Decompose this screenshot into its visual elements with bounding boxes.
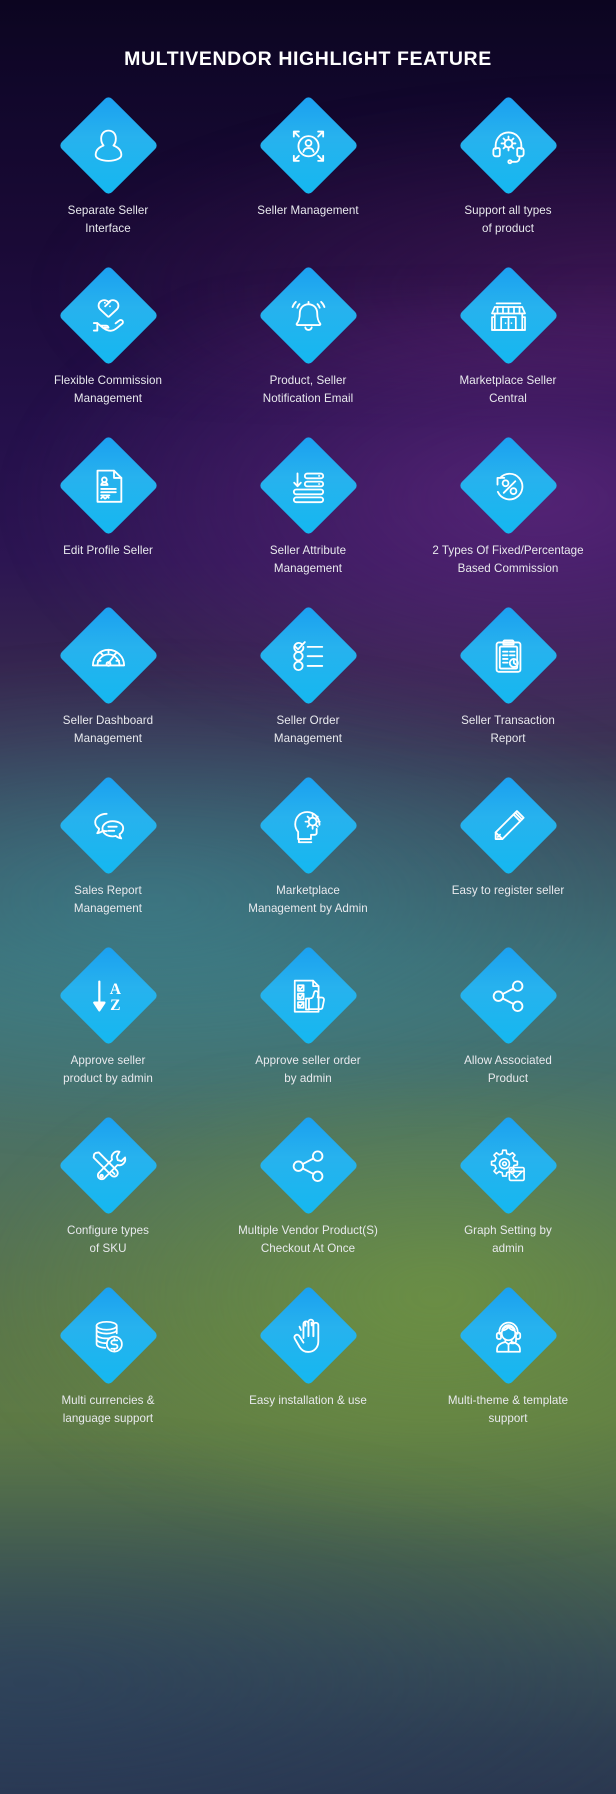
chat-bubbles-icon [86,804,130,848]
page-title: MULTIVENDOR HIGHLIGHT FEATURE [124,48,492,70]
feature-diamond[interactable] [457,945,559,1046]
feature-card[interactable]: Allow Associated Product [408,945,608,1128]
checklist-order-icon [286,634,330,678]
feature-diamond[interactable] [457,435,559,536]
feature-label: Separate Seller Interface [67,204,149,235]
feature-card[interactable]: Multiple Vendor Product(S) Checkout At On… [208,1115,408,1298]
share-nodes-icon [286,1144,330,1188]
feature-card[interactable]: Easy to register seller [408,775,608,958]
feature-card[interactable]: Easy installation & use [208,1285,408,1468]
profile-document-icon [86,464,130,508]
open-hand-icon [286,1314,330,1358]
feature-diamond[interactable] [57,775,159,876]
feature-diamond[interactable] [257,1115,359,1216]
feature-label: Approve seller order by admin [255,1054,361,1085]
feature-diamond[interactable] [57,435,159,536]
feature-card[interactable]: Edit Profile Seller [8,435,208,618]
storefront-icon [486,294,530,338]
feature-diamond[interactable] [257,95,359,196]
feature-card[interactable]: Separate Seller Interface [8,95,208,278]
feature-label: Approve seller product by admin [63,1054,153,1085]
feature-label: Easy to register seller [451,884,565,897]
feature-diamond[interactable] [257,945,359,1046]
feature-card[interactable]: Marketplace Seller Central [408,265,608,448]
feature-label: 2 Types Of Fixed/Percentage Based Commiss… [432,544,584,575]
feature-card[interactable]: Seller Management [208,95,408,278]
feature-diamond[interactable] [257,605,359,706]
clipboard-transaction-icon [486,634,530,678]
feature-diamond[interactable] [57,95,159,196]
feature-card[interactable]: Graph Setting by admin [408,1115,608,1298]
feature-diamond[interactable] [57,945,159,1046]
feature-label: Graph Setting by admin [464,1224,552,1255]
feature-diamond[interactable] [457,605,559,706]
seller-management-icon [286,124,330,168]
feature-grid: Separate Seller Interface Seller Managemen… [0,95,616,1468]
feature-label: Sales Report Management [73,884,143,915]
feature-label: Seller Dashboard Management [62,714,154,745]
feature-label: Flexible Commission Management [54,374,162,405]
feature-label: Seller Order Management [273,714,343,745]
feature-diamond[interactable] [57,605,159,706]
feature-diamond[interactable] [257,265,359,366]
sort-az-arrow-icon [86,974,130,1018]
feature-diamond[interactable] [457,1115,559,1216]
feature-diamond[interactable] [457,265,559,366]
feature-diamond[interactable] [457,775,559,876]
notification-bell-icon [286,294,330,338]
feature-card[interactable]: Seller Attribute Management [208,435,408,618]
feature-label: Product, Seller Notification Email [262,374,354,405]
feature-label: Seller Management [257,204,359,217]
feature-card[interactable]: Support all types of product [408,95,608,278]
pencil-edit-icon [486,804,530,848]
attribute-list-sort-icon [286,464,330,508]
feature-card[interactable]: Sales Report Management [8,775,208,958]
head-gear-brain-icon [286,804,330,848]
feature-card[interactable]: Approve seller product by admin [8,945,208,1128]
infographic-root: MULTIVENDOR HIGHLIGHT FEATURE Separate S… [0,0,616,1794]
thumbs-up-checklist-icon [286,974,330,1018]
feature-card[interactable]: Seller Transaction Report [408,605,608,788]
feature-diamond[interactable] [257,1285,359,1386]
feature-label: Marketplace Seller Central [459,374,557,405]
feature-card[interactable]: Multi-theme & template support [408,1285,608,1468]
share-nodes-icon [486,974,530,1018]
percent-circle-arrows-icon [486,464,530,508]
feature-diamond[interactable] [457,95,559,196]
feature-card[interactable]: Seller Dashboard Management [8,605,208,788]
feature-diamond[interactable] [257,435,359,536]
feature-label: Seller Attribute Management [269,544,347,575]
feature-card[interactable]: 2 Types Of Fixed/Percentage Based Commiss… [408,435,608,618]
feature-label: Edit Profile Seller [63,544,153,557]
feature-card[interactable]: Multi currencies & language support [8,1285,208,1468]
hand-heart-percent-icon [86,294,130,338]
feature-label: Easy installation & use [249,1394,367,1407]
feature-label: Support all types of product [464,204,552,235]
feature-label: Marketplace Management by Admin [248,884,368,915]
user-silhouette-icon [86,124,130,168]
feature-label: Configure types of SKU [67,1224,149,1255]
feature-diamond[interactable] [57,1285,159,1386]
feature-diamond[interactable] [57,265,159,366]
feature-diamond[interactable] [57,1115,159,1216]
feature-card[interactable]: Flexible Commission Management [8,265,208,448]
feature-label: Allow Associated Product [464,1054,552,1085]
feature-label: Multiple Vendor Product(S) Checkout At On… [238,1224,378,1255]
feature-card[interactable]: Product, Seller Notification Email [208,265,408,448]
support-agent-icon [486,1314,530,1358]
feature-label: Multi-theme & template support [447,1394,569,1425]
headset-gear-support-icon [486,124,530,168]
coins-dollar-icon [86,1314,130,1358]
feature-card[interactable]: Approve seller order by admin [208,945,408,1128]
feature-label: Multi currencies & language support [61,1394,155,1425]
feature-card[interactable]: Configure types of SKU [8,1115,208,1298]
feature-label: Seller Transaction Report [461,714,555,745]
feature-diamond[interactable] [457,1285,559,1386]
speedometer-dashboard-icon [86,634,130,678]
feature-card[interactable]: Marketplace Management by Admin [208,775,408,958]
wrench-screwdriver-icon [86,1144,130,1188]
feature-diamond[interactable] [257,775,359,876]
feature-card[interactable]: Seller Order Management [208,605,408,788]
gear-window-check-icon [486,1144,530,1188]
